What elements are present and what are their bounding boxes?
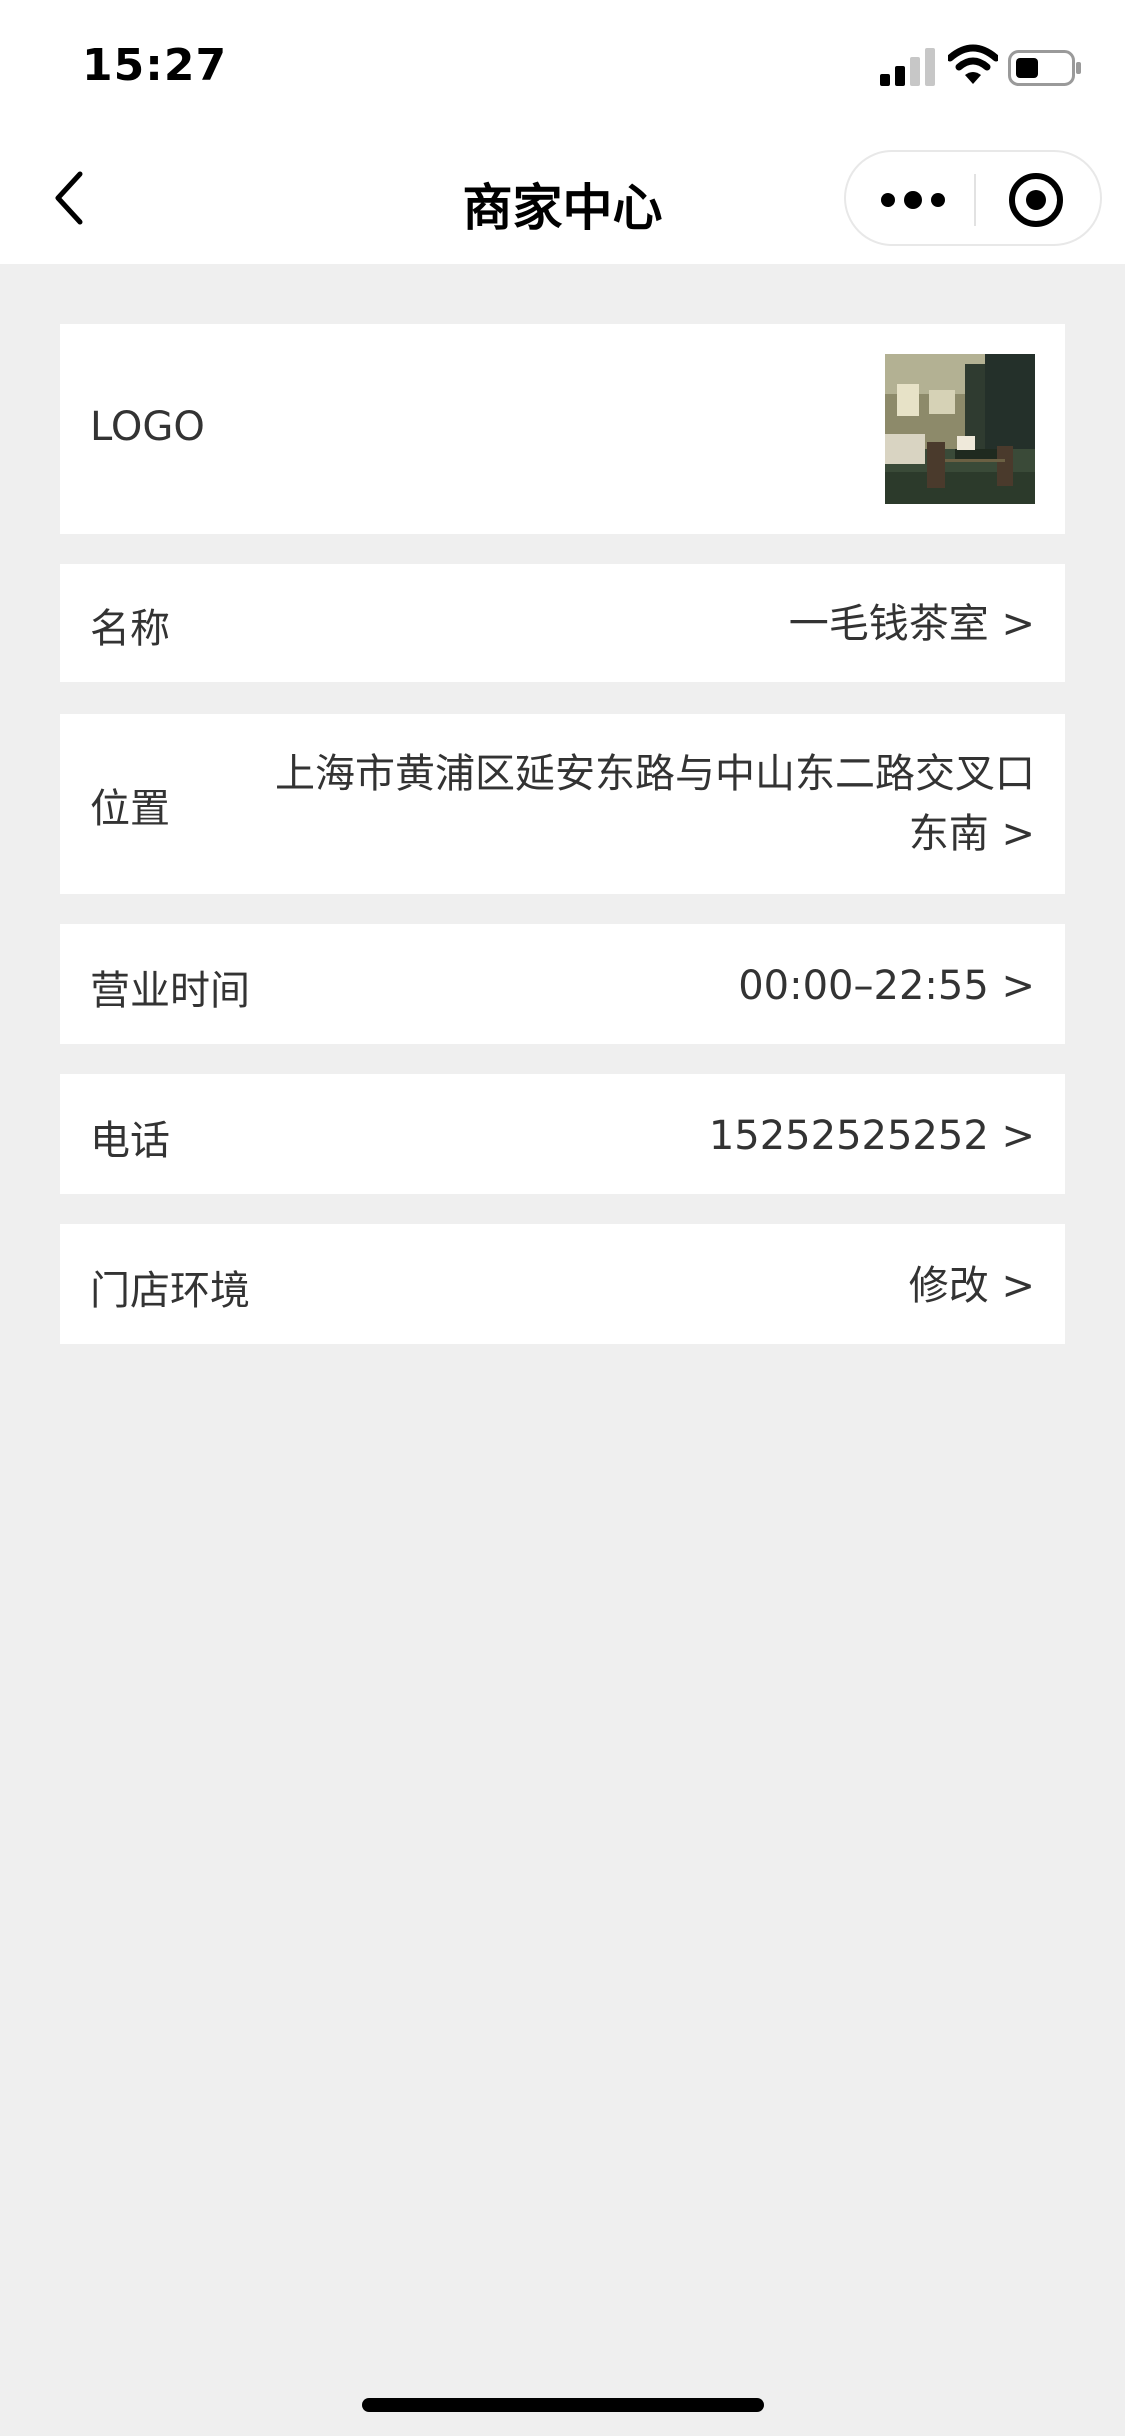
name-label: 名称 — [90, 606, 170, 652]
home-indicator[interactable] — [362, 2398, 764, 2412]
environment-label: 门店环境 — [90, 1268, 250, 1314]
location-label: 位置 — [90, 786, 170, 832]
hours-label: 营业时间 — [90, 968, 250, 1014]
phone-row[interactable]: 电话 15252525252 > — [60, 1074, 1065, 1194]
more-button[interactable] — [874, 172, 952, 228]
environment-value: 修改 > — [908, 1263, 1035, 1309]
location-row[interactable]: 位置 上海市黄浦区延安东路与中山东二路交叉口 东南 > — [60, 714, 1065, 894]
capsule-divider — [974, 174, 976, 226]
close-button[interactable] — [1006, 170, 1066, 230]
name-value: 一毛钱茶室 > — [788, 601, 1035, 647]
wifi-icon — [948, 44, 998, 84]
target-circle-icon — [1009, 173, 1063, 227]
name-row[interactable]: 名称 一毛钱茶室 > — [60, 564, 1065, 682]
environment-row[interactable]: 门店环境 修改 > — [60, 1224, 1065, 1344]
hours-row[interactable]: 营业时间 00:00–22:55 > — [60, 924, 1065, 1044]
store-logo-image — [885, 354, 1035, 504]
phone-value: 15252525252 > — [708, 1113, 1035, 1159]
location-value-line2: 东南 > — [908, 811, 1035, 857]
battery-icon — [1008, 50, 1081, 86]
logo-row[interactable]: LOGO — [60, 324, 1065, 534]
menu-capsule — [844, 150, 1102, 246]
location-value-line1: 上海市黄浦区延安东路与中山东二路交叉口 — [275, 751, 1035, 797]
hours-value: 00:00–22:55 > — [738, 963, 1035, 1009]
phone-label: 电话 — [90, 1118, 170, 1164]
status-bar: 15:27 — [0, 0, 1125, 132]
nav-bar: 商家中心 — [0, 132, 1125, 264]
signal-icon — [880, 48, 935, 86]
logo-label: LOGO — [90, 404, 205, 450]
more-dots-icon — [881, 191, 945, 209]
status-time: 15:27 — [82, 40, 228, 91]
